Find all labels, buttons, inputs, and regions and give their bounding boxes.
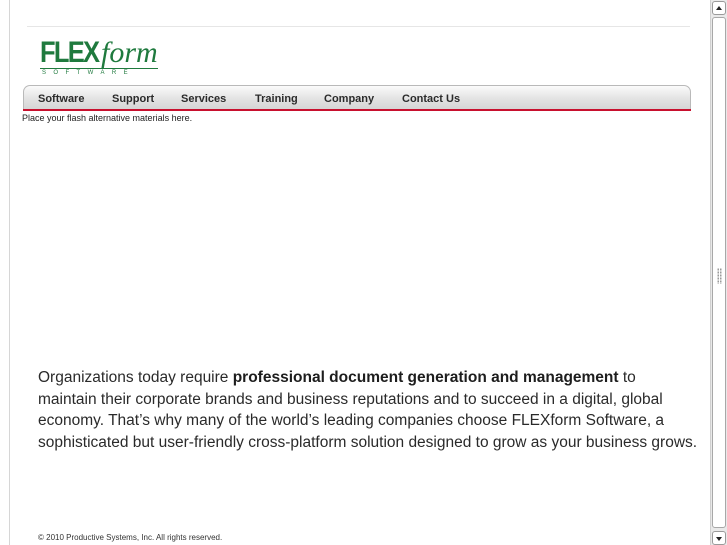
left-border-rule: [9, 0, 10, 545]
flash-alternative-note: Place your flash alternative materials h…: [22, 113, 193, 123]
intro-paragraph: Organizations today require professional…: [38, 367, 698, 453]
grip-dots-icon: [717, 268, 722, 284]
nav-item-training[interactable]: Training: [255, 86, 298, 110]
intro-emphasis-text: professional document generation and man…: [232, 369, 619, 386]
logo-wordmark-flex: FLEX: [40, 36, 100, 69]
nav-item-software[interactable]: Software: [38, 86, 84, 110]
intro-lead-text: Organizations today require: [38, 369, 233, 386]
nav-item-contact-us[interactable]: Contact Us: [402, 86, 460, 110]
logo-wordmark-form: form: [101, 36, 158, 69]
arrow-up-icon: [716, 6, 722, 10]
page-viewport: FLEX form SOFTWARE Software Support Serv…: [0, 0, 710, 545]
scroll-down-button[interactable]: [712, 531, 726, 545]
nav-item-company[interactable]: Company: [324, 86, 374, 110]
scroll-up-button[interactable]: [712, 1, 726, 15]
logo-tagline: SOFTWARE: [42, 70, 135, 76]
nav-accent-rule: [23, 109, 691, 111]
copyright-notice: © 2010 Productive Systems, Inc. All righ…: [38, 533, 223, 542]
scrollbar-thumb[interactable]: [712, 17, 726, 528]
main-navigation-bar: Software Support Services Training Compa…: [23, 85, 691, 110]
header-top-rule: [27, 26, 690, 27]
arrow-down-icon: [716, 537, 722, 541]
nav-item-services[interactable]: Services: [181, 86, 226, 110]
vertical-scrollbar[interactable]: [710, 0, 727, 545]
nav-item-support[interactable]: Support: [112, 86, 154, 110]
flexform-logo[interactable]: FLEX form SOFTWARE: [40, 38, 162, 80]
